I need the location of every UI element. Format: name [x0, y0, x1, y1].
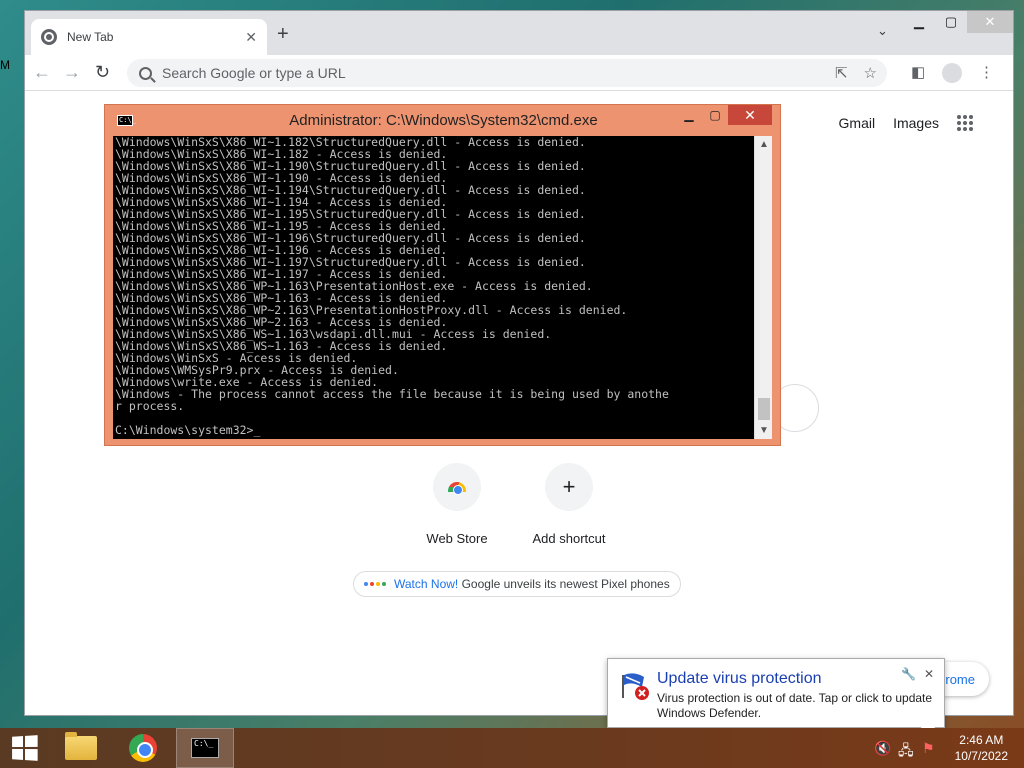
clock-date: 10/7/2022	[954, 749, 1008, 763]
taskbar-chrome[interactable]	[114, 728, 172, 768]
maximize-button[interactable]: ▢	[935, 11, 967, 33]
browser-toolbar: ← → ↻ ⇱ ☆ ◧ ⋮	[25, 55, 1013, 91]
omnibox[interactable]: ⇱ ☆	[127, 59, 887, 87]
defender-notification[interactable]: Update virus protection Virus protection…	[607, 658, 945, 728]
taskbar: C:\_ 🔇 🖧 ⚑ 2:46 AM 10/7/2022	[0, 728, 1024, 768]
window-controls: ▁ ▢ ✕	[903, 11, 1013, 33]
promo-text: Google unveils its newest Pixel phones	[458, 577, 670, 591]
scroll-up-icon[interactable]: ▲	[755, 136, 773, 153]
shortcut-web-store[interactable]: Web Store	[407, 463, 507, 546]
google-dots-icon	[364, 582, 386, 586]
share-icon[interactable]: ⇱	[835, 64, 848, 82]
folder-icon	[65, 732, 97, 760]
cmd-titlebar[interactable]: C:\_ Administrator: C:\Windows\System32\…	[105, 105, 780, 135]
cmd-scrollbar[interactable]: ▲ ▼	[754, 136, 772, 439]
notification-body: Virus protection is out of date. Tap or …	[657, 691, 933, 720]
cmd-minimize-button[interactable]: ▁	[676, 105, 702, 125]
forward-arrow-icon[interactable]: →	[63, 62, 81, 83]
kebab-menu-icon[interactable]: ⋮	[979, 63, 994, 81]
network-icon[interactable]: 🖧	[898, 740, 914, 764]
console-line: \Windows - The process cannot access the…	[115, 387, 669, 401]
profile-avatar[interactable]	[942, 63, 962, 83]
scroll-down-icon[interactable]: ▼	[755, 422, 773, 439]
search-icon	[139, 66, 152, 80]
side-panel-icon[interactable]: ◧	[911, 63, 925, 81]
address-input[interactable]	[162, 65, 802, 81]
chrome-favicon-icon	[41, 29, 57, 45]
tab-strip: New Tab ✕ + ⌄ ▁ ▢ ✕	[25, 11, 1013, 55]
cmd-close-button[interactable]: ✕	[728, 105, 772, 125]
clock-time: 2:46 AM	[959, 733, 1004, 747]
new-tab-button[interactable]: +	[277, 23, 289, 46]
tab-search-chevron-icon[interactable]: ⌄	[877, 23, 888, 39]
console-line: C:\Windows\system32>_	[115, 423, 261, 437]
cmd-icon: C:\_	[191, 738, 219, 758]
taskbar-cmd[interactable]: C:\_	[176, 728, 234, 768]
console-output[interactable]: \Windows\WinSxS\X86_WI~1.182\StructuredQ…	[113, 136, 754, 439]
promo-pill[interactable]: Watch Now! Google unveils its newest Pix…	[353, 571, 681, 597]
shortcut-label: Web Store	[426, 531, 488, 546]
desktop-edge-text: M	[0, 58, 10, 72]
action-center-alert-icon[interactable]: ⚑	[922, 740, 935, 757]
defender-flag-icon	[622, 673, 649, 700]
shortcut-add[interactable]: + Add shortcut	[519, 463, 619, 546]
notification-close-icon[interactable]: ✕	[924, 667, 934, 681]
promo-link[interactable]: Watch Now!	[394, 577, 458, 591]
ntp-header-links: Gmail Images	[839, 115, 973, 131]
close-window-button[interactable]: ✕	[967, 11, 1013, 33]
reload-icon[interactable]: ↻	[95, 62, 110, 83]
tab-new-tab[interactable]: New Tab ✕	[31, 19, 267, 55]
shortcut-label: Add shortcut	[532, 531, 606, 546]
wrench-icon[interactable]: 🔧	[901, 667, 916, 681]
web-store-icon	[448, 482, 466, 495]
chrome-icon	[129, 734, 157, 762]
apps-grid-icon[interactable]	[957, 115, 973, 131]
windows-logo-icon	[12, 735, 38, 761]
scroll-thumb[interactable]	[758, 398, 770, 420]
bookmark-star-icon[interactable]: ☆	[864, 64, 877, 82]
minimize-button[interactable]: ▁	[903, 11, 935, 33]
images-link[interactable]: Images	[893, 115, 939, 131]
cmd-maximize-button[interactable]: ▢	[702, 105, 728, 125]
plus-icon: +	[545, 463, 593, 511]
back-arrow-icon[interactable]: ←	[33, 62, 51, 83]
notification-title: Update virus protection	[657, 670, 822, 687]
tab-close-icon[interactable]: ✕	[245, 29, 257, 46]
gmail-link[interactable]: Gmail	[839, 115, 876, 131]
taskbar-file-explorer[interactable]	[52, 728, 110, 768]
start-button[interactable]	[0, 728, 48, 768]
console-line: r process.	[115, 399, 185, 413]
cmd-window: C:\_ Administrator: C:\Windows\System32\…	[104, 104, 781, 446]
clock[interactable]: 2:46 AM 10/7/2022	[955, 732, 1008, 764]
volume-muted-icon[interactable]: 🔇	[874, 740, 891, 757]
tab-title: New Tab	[67, 30, 114, 44]
